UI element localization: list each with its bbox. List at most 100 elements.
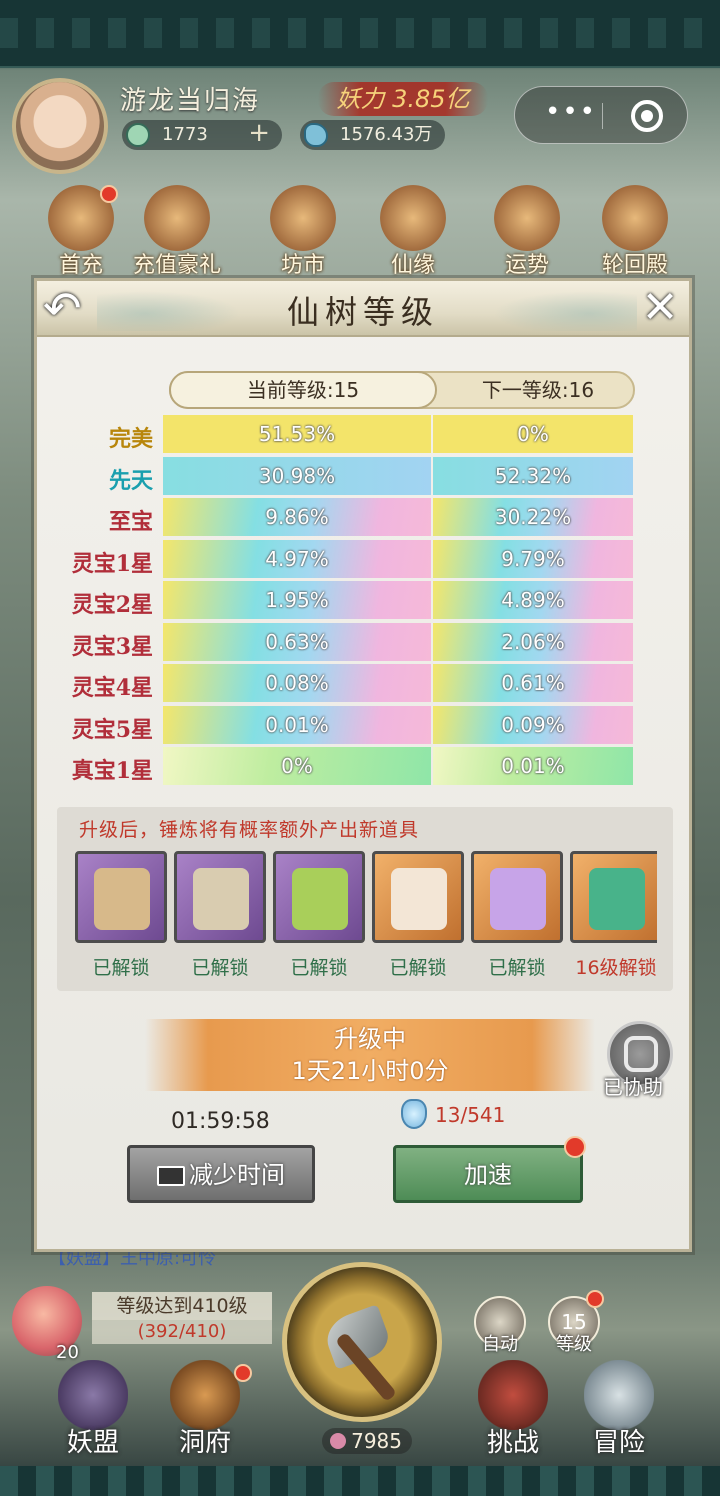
next-rate: 0.61% (433, 664, 633, 702)
top-decor-strip (0, 0, 720, 68)
jade-count: 1773 (162, 124, 208, 145)
item-frame (471, 851, 563, 943)
red-dot (564, 1136, 586, 1158)
level-button[interactable]: 15 等级 (544, 1290, 604, 1356)
quality-label: 先天 (108, 467, 153, 494)
quality-rate-table: 完美 51.53% 0% 先天 30.98% 52.32% 至宝 9.86% 30.22% 灵宝1… (37, 415, 689, 789)
next-rate: 9.79% (433, 539, 633, 578)
menu-label: 轮回殿 (601, 253, 668, 278)
current-rate: 0.01% (163, 705, 431, 744)
unlock-item[interactable]: 已解锁 (75, 851, 167, 980)
speedup-cost: 13/541 (401, 1099, 505, 1129)
quality-row: 灵宝2星 1.95% 4.89% (37, 581, 689, 623)
close-miniprogram-icon[interactable] (631, 100, 663, 132)
unlock-items-panel: 升级后，锤炼将有概率额外产出新道具 已解锁 已解锁 已解锁 已解锁 已解锁 16级解锁 (57, 807, 673, 991)
quality-row: 至宝 9.86% 30.22% (37, 498, 689, 540)
demon-alliance-icon (58, 1360, 128, 1430)
jade-resource: 1773 + (122, 118, 282, 150)
unlock-item[interactable]: 已解锁 (273, 851, 365, 980)
menu-label: 首充 (58, 253, 103, 278)
close-icon[interactable]: ✕ (635, 283, 685, 333)
item-status: 已解锁 (290, 957, 348, 979)
next-rate: 2.06% (433, 622, 633, 661)
speedup-label: 加速 (464, 1161, 512, 1189)
next-rate: 0% (433, 415, 633, 453)
lotus-icon (380, 185, 446, 251)
unlock-item[interactable]: 已解锁 (174, 851, 266, 980)
player-name: 游龙当归海 (120, 86, 261, 116)
current-rate: 0.08% (163, 664, 431, 702)
menu-first-recharge[interactable]: 首充 (36, 185, 126, 278)
reduce-time-button[interactable]: 减少时间 (127, 1145, 315, 1203)
next-rate: 30.22% (433, 498, 633, 536)
item-status: 已解锁 (389, 957, 447, 979)
jade-icon (126, 123, 150, 147)
red-dot (586, 1290, 604, 1308)
mini-program-capsule: ••• (514, 86, 688, 144)
current-rate: 9.86% (163, 498, 431, 536)
countdown-timer: 01:59:58 (171, 1109, 270, 1134)
unlock-item[interactable]: 已解锁 (372, 851, 464, 980)
next-level-label: 下一等级:16 (481, 378, 595, 402)
speedup-button[interactable]: 加速 (393, 1136, 586, 1203)
potion-icon (401, 1099, 427, 1129)
level-goal[interactable]: 等级达到410级 (392/410) (12, 1286, 272, 1356)
level-compare-header: 当前等级:15 下一等级:16 (169, 371, 635, 409)
red-dot (100, 185, 118, 203)
next-rate: 0.01% (433, 747, 633, 785)
talisman-icon (391, 868, 447, 930)
item-status: 已解锁 (92, 957, 150, 979)
quality-row: 真宝1星 0% 0.01% (37, 747, 689, 789)
assist-label: 已协助 (603, 1075, 663, 1099)
flower-icon (490, 868, 546, 930)
nav-adventure[interactable]: 冒险 (564, 1360, 674, 1460)
upgrading-time: 1天21小时0分 (291, 1057, 449, 1085)
quality-row: 完美 51.53% 0% (37, 415, 689, 457)
nav-challenge[interactable]: 挑战 (458, 1360, 568, 1460)
unlock-item[interactable]: 已解锁 (471, 851, 563, 980)
item-frame (570, 851, 657, 943)
nav-cave[interactable]: 洞府 (150, 1360, 260, 1460)
hammer-axe-button[interactable] (282, 1262, 442, 1422)
menu-fortune[interactable]: 运势 (482, 185, 572, 278)
video-icon (157, 1166, 185, 1186)
red-dot (234, 1364, 252, 1382)
nav-label: 妖盟 (66, 1428, 119, 1458)
menu-label: 运势 (504, 253, 549, 278)
cave-icon (170, 1360, 240, 1430)
menu-fate[interactable]: 仙缘 (368, 185, 458, 278)
item-status: 已解锁 (488, 957, 546, 979)
menu-reincarnation[interactable]: 轮回殿 (590, 185, 680, 278)
level-label: 等级 (556, 1334, 592, 1355)
fruit-icon (292, 868, 348, 930)
current-rate: 51.53% (163, 415, 431, 453)
current-rate: 4.97% (163, 539, 431, 578)
nav-alliance[interactable]: 妖盟 (38, 1360, 148, 1460)
power-label: 妖力 3.85亿 (318, 82, 488, 116)
dialog-header: 仙树等级 ↶ ✕ (37, 281, 689, 337)
add-jade-button[interactable]: + (248, 118, 270, 148)
quality-label: 至宝 (108, 509, 153, 535)
back-arrow-icon[interactable]: ↶ (43, 283, 103, 333)
auto-button[interactable]: 自动 (470, 1296, 530, 1356)
quality-label: 灵宝1星 (71, 550, 153, 577)
upgrading-title: 升级中 (334, 1025, 406, 1053)
menu-recharge-gift[interactable]: 充值豪礼 (132, 185, 222, 278)
menu-market[interactable]: 坊市 (258, 185, 348, 278)
upgrade-hint: 升级后，锤炼将有概率额外产出新道具 (79, 819, 420, 841)
quality-label: 灵宝4星 (71, 675, 153, 701)
jade-dragon-icon (589, 868, 645, 930)
temple-icon (602, 185, 668, 251)
menu-label: 充值豪礼 (132, 253, 221, 278)
quality-label: 灵宝3星 (71, 633, 153, 660)
unlock-item[interactable]: 16级解锁 (570, 851, 657, 980)
quality-label: 灵宝2星 (71, 592, 153, 618)
bottom-decor-strip (0, 1466, 720, 1496)
player-avatar[interactable] (12, 78, 108, 174)
nav-label: 挑战 (486, 1428, 539, 1458)
fist-icon (624, 1036, 658, 1072)
coin-icon (270, 185, 336, 251)
more-button[interactable]: ••• (545, 97, 597, 127)
axe-count: 7985 (322, 1428, 412, 1454)
current-rate: 0.63% (163, 622, 431, 661)
